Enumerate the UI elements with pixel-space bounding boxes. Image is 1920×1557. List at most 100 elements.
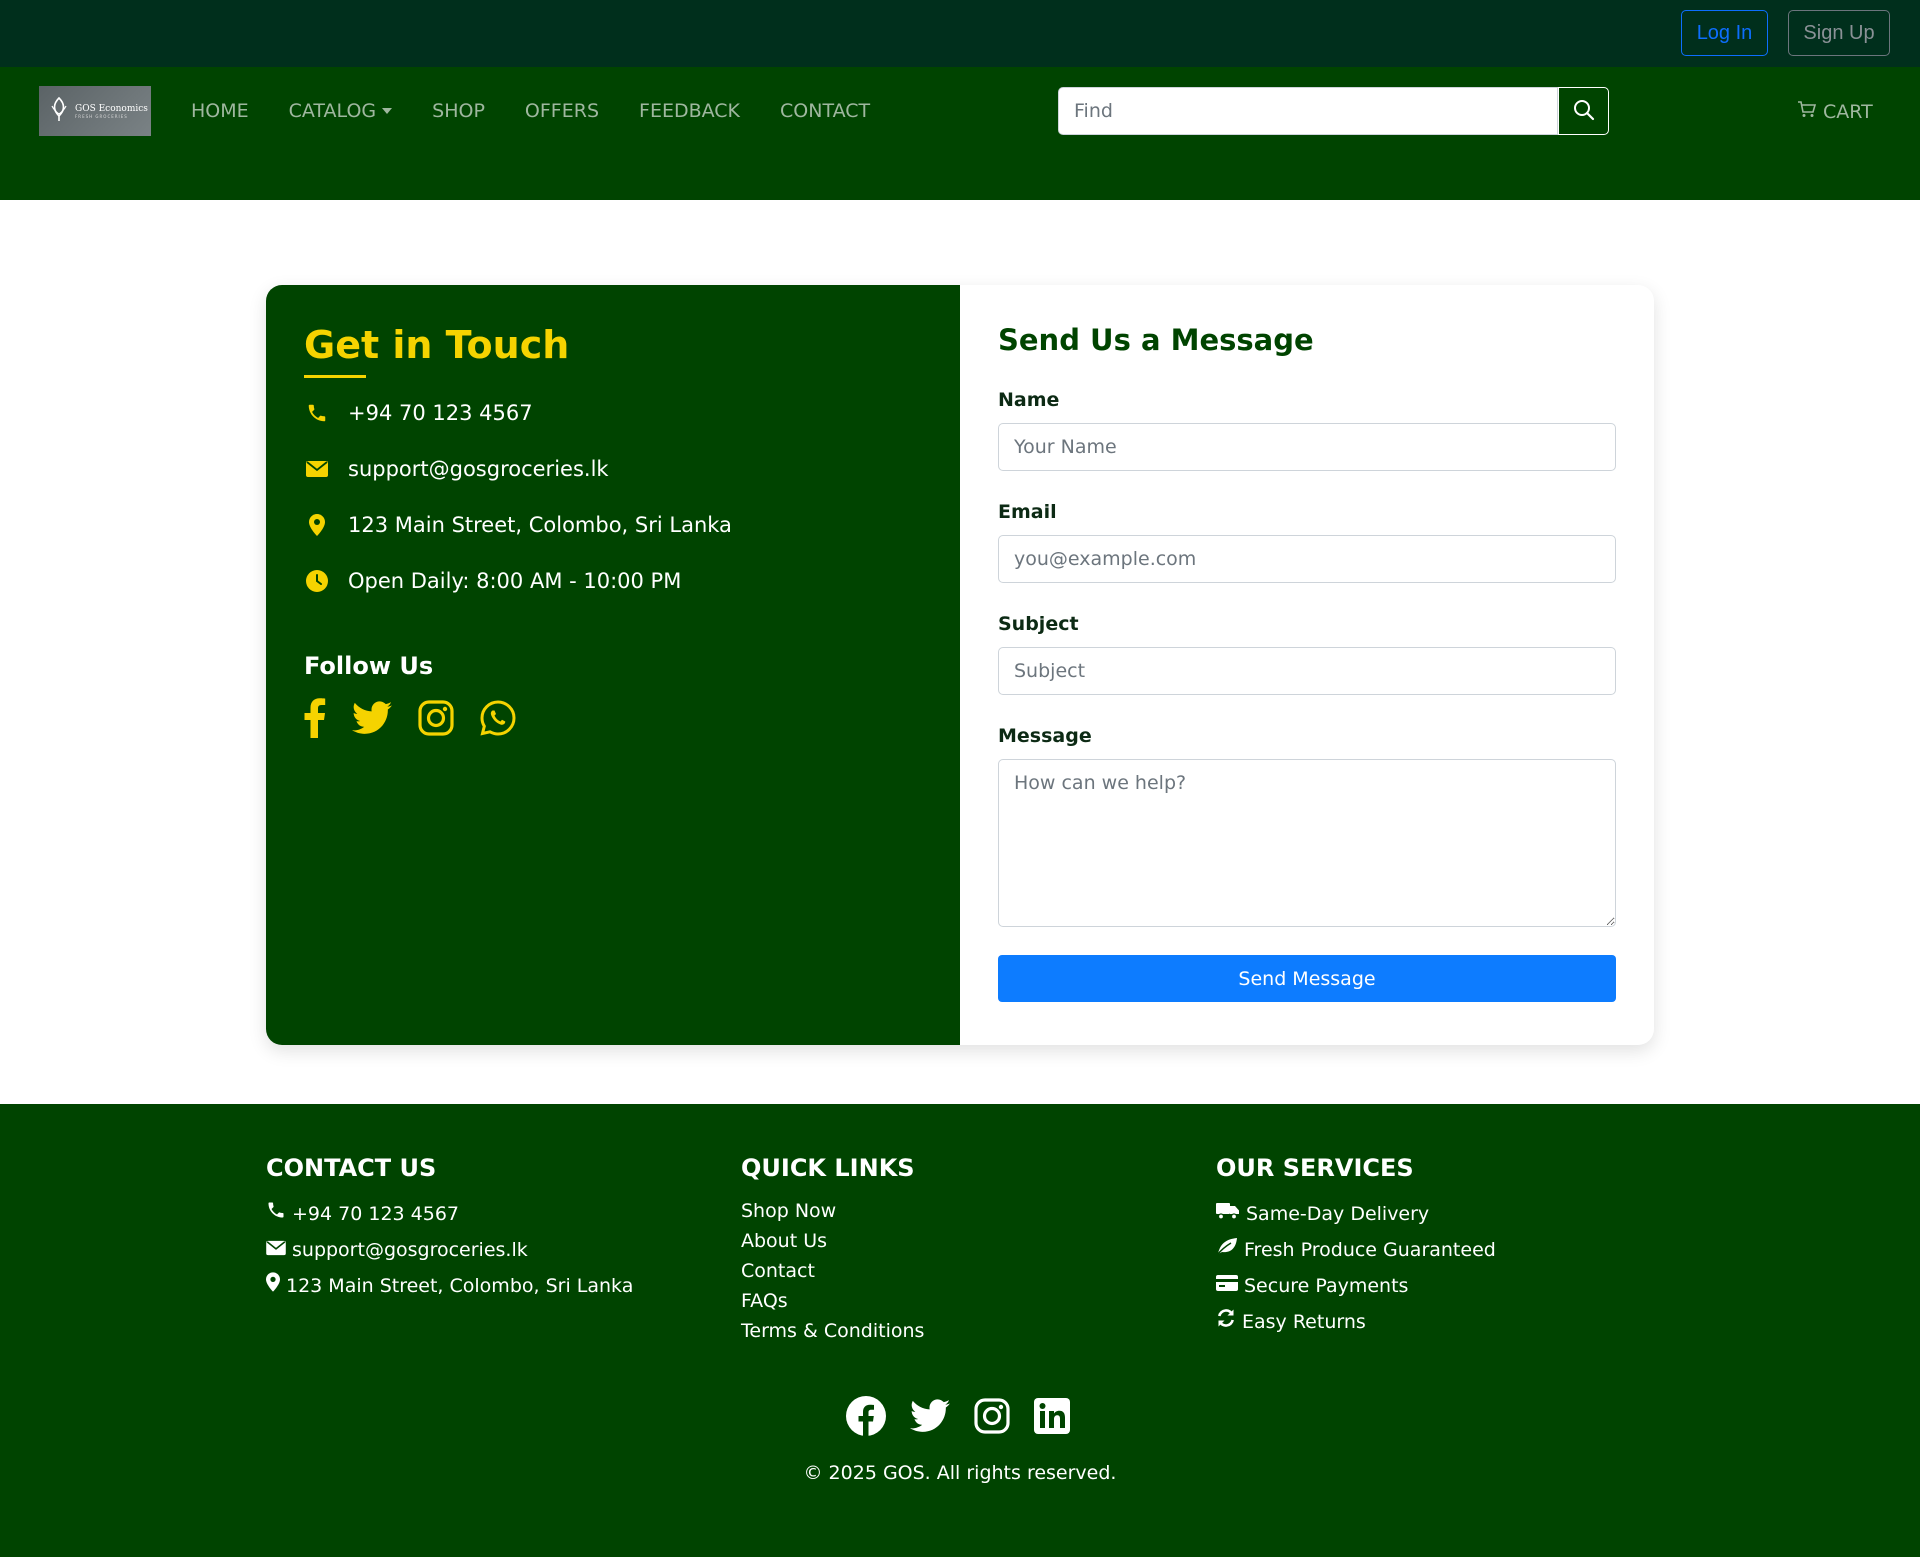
nav-shop[interactable]: SHOP xyxy=(432,100,485,122)
linkedin-icon[interactable] xyxy=(1034,1398,1070,1438)
twitter-icon[interactable] xyxy=(910,1399,950,1437)
footer-email: support@gosgroceries.lk xyxy=(266,1232,633,1268)
info-hours-text: Open Daily: 8:00 AM - 10:00 PM xyxy=(348,569,682,593)
footer-link-contact[interactable]: Contact xyxy=(741,1256,924,1286)
footer-address-text: 123 Main Street, Colombo, Sri Lanka xyxy=(286,1275,634,1297)
nav-feedback[interactable]: FEEDBACK xyxy=(639,100,740,122)
map-marker-icon xyxy=(266,1268,280,1304)
footer-services-title: OUR SERVICES xyxy=(1216,1154,1414,1182)
truck-icon xyxy=(1216,1196,1240,1232)
site-footer: CONTACT US +94 70 123 4567 support@gosgr… xyxy=(0,1104,1920,1557)
search-icon xyxy=(1573,99,1595,124)
footer-links-title: QUICK LINKS xyxy=(741,1154,915,1182)
footer-email-text: support@gosgroceries.lk xyxy=(292,1239,528,1261)
nav-contact[interactable]: CONTACT xyxy=(780,100,870,122)
cart-link[interactable]: CART xyxy=(1797,100,1873,123)
service-delivery: Same-Day Delivery xyxy=(1216,1196,1496,1232)
info-phone: +94 70 123 4567 xyxy=(304,400,922,426)
name-group: Name xyxy=(998,389,1616,471)
map-marker-icon xyxy=(304,512,330,538)
caret-down-icon xyxy=(382,108,393,114)
nav-links: HOME CATALOG SHOP OFFERS FEEDBACK CONTAC… xyxy=(191,100,870,122)
message-form-panel: Send Us a Message Name Email Subject Mes… xyxy=(960,285,1654,1045)
brand-logo[interactable]: GOS Economics FRESH GROCERIES xyxy=(39,86,151,136)
nav-catalog[interactable]: CATALOG xyxy=(289,100,393,122)
email-label: Email xyxy=(998,501,1057,523)
info-address-text: 123 Main Street, Colombo, Sri Lanka xyxy=(348,513,732,537)
facebook-icon[interactable] xyxy=(846,1396,886,1440)
footer-link-shop-now[interactable]: Shop Now xyxy=(741,1196,924,1226)
cart-label: CART xyxy=(1823,100,1873,123)
twitter-icon[interactable] xyxy=(352,701,392,735)
service-secure-payments-text: Secure Payments xyxy=(1244,1275,1409,1297)
title-underline xyxy=(304,375,366,378)
send-message-title: Send Us a Message xyxy=(998,323,1314,357)
nav-home[interactable]: HOME xyxy=(191,100,249,122)
search-input[interactable] xyxy=(1058,87,1558,135)
leaf-logo-icon xyxy=(49,96,69,127)
follow-us-title: Follow Us xyxy=(304,652,434,680)
sync-icon xyxy=(1216,1304,1236,1340)
search-button[interactable] xyxy=(1558,87,1609,135)
service-easy-returns-text: Easy Returns xyxy=(1242,1311,1366,1333)
info-phone-text: +94 70 123 4567 xyxy=(348,401,533,425)
send-message-button[interactable]: Send Message xyxy=(998,955,1616,1002)
footer-contact-column: CONTACT US +94 70 123 4567 support@gosgr… xyxy=(266,1154,633,1304)
cart-icon xyxy=(1797,100,1817,123)
instagram-icon[interactable] xyxy=(418,700,454,736)
leaf-icon xyxy=(1216,1232,1238,1268)
message-label: Message xyxy=(998,725,1092,747)
main-navbar: GOS Economics FRESH GROCERIES HOME CATAL… xyxy=(0,67,1920,200)
logo-title: GOS Economics xyxy=(75,103,148,114)
service-easy-returns: Easy Returns xyxy=(1216,1304,1496,1340)
whatsapp-icon[interactable] xyxy=(480,700,516,736)
top-bar: Log In Sign Up xyxy=(0,0,1920,67)
name-label: Name xyxy=(998,389,1060,411)
contact-card: Get in Touch +94 70 123 4567 support@gos… xyxy=(266,285,1654,1045)
signup-button[interactable]: Sign Up xyxy=(1788,10,1890,56)
get-in-touch-title: Get in Touch xyxy=(304,323,570,367)
message-group: Message xyxy=(998,725,1616,931)
nav-offers[interactable]: OFFERS xyxy=(525,100,599,122)
footer-quick-links-column: QUICK LINKS Shop Now About Us Contact FA… xyxy=(741,1154,924,1346)
info-address: 123 Main Street, Colombo, Sri Lanka xyxy=(304,512,922,538)
subject-label: Subject xyxy=(998,613,1079,635)
contact-info-panel: Get in Touch +94 70 123 4567 support@gos… xyxy=(266,285,960,1045)
credit-card-icon xyxy=(1216,1268,1238,1304)
service-fresh-produce: Fresh Produce Guaranteed xyxy=(1216,1232,1496,1268)
service-fresh-produce-text: Fresh Produce Guaranteed xyxy=(1244,1239,1496,1261)
footer-services-column: OUR SERVICES Same-Day Delivery Fresh Pro… xyxy=(1216,1154,1496,1340)
subject-field[interactable] xyxy=(998,647,1616,695)
service-secure-payments: Secure Payments xyxy=(1216,1268,1496,1304)
footer-link-faqs[interactable]: FAQs xyxy=(741,1286,924,1316)
logo-subtitle: FRESH GROCERIES xyxy=(75,113,128,119)
message-textarea[interactable] xyxy=(998,759,1616,927)
footer-link-about-us[interactable]: About Us xyxy=(741,1226,924,1256)
footer-social-links xyxy=(846,1396,1070,1440)
footer-contact-title: CONTACT US xyxy=(266,1154,437,1182)
info-email-text: support@gosgroceries.lk xyxy=(348,457,609,481)
phone-icon xyxy=(266,1196,286,1232)
search-form xyxy=(1058,87,1609,135)
envelope-icon xyxy=(304,456,330,482)
copyright-text: © 2025 GOS. All rights reserved. xyxy=(803,1462,1117,1484)
footer-address: 123 Main Street, Colombo, Sri Lanka xyxy=(266,1268,633,1304)
instagram-icon[interactable] xyxy=(974,1398,1010,1438)
email-field[interactable] xyxy=(998,535,1616,583)
nav-catalog-label: CATALOG xyxy=(288,100,377,122)
footer-phone: +94 70 123 4567 xyxy=(266,1196,633,1232)
info-hours: Open Daily: 8:00 AM - 10:00 PM xyxy=(304,568,922,594)
info-email: support@gosgroceries.lk xyxy=(304,456,922,482)
name-field[interactable] xyxy=(998,423,1616,471)
contact-social-links xyxy=(304,698,922,738)
service-delivery-text: Same-Day Delivery xyxy=(1246,1203,1430,1225)
login-button[interactable]: Log In xyxy=(1681,10,1768,56)
footer-phone-text: +94 70 123 4567 xyxy=(292,1203,460,1225)
envelope-icon xyxy=(266,1232,286,1268)
footer-link-terms[interactable]: Terms & Conditions xyxy=(741,1316,924,1346)
email-group: Email xyxy=(998,501,1616,583)
subject-group: Subject xyxy=(998,613,1616,695)
clock-icon xyxy=(304,568,330,594)
facebook-icon[interactable] xyxy=(304,698,326,738)
phone-icon xyxy=(304,400,330,426)
